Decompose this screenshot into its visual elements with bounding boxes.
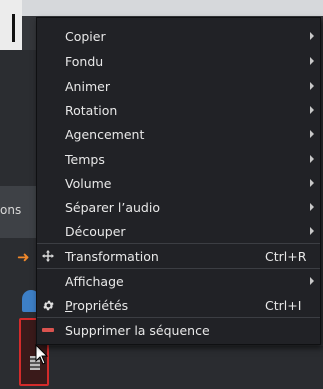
gear-icon — [40, 293, 56, 317]
menu-item-label: Temps — [65, 152, 105, 167]
menu-item-shortcut: Ctrl+R — [265, 249, 307, 264]
app-top-bar — [0, 0, 323, 16]
menu-item-separer-audio[interactable]: Séparer l’audio — [37, 195, 320, 219]
menu-item-label: Séparer l’audio — [65, 200, 160, 215]
submenu-arrow-icon — [310, 227, 314, 235]
menu-item-shortcut: Ctrl+I — [265, 298, 302, 313]
menu-item-label: Transformation — [65, 249, 159, 264]
menu-item-label: Propriétés — [65, 298, 128, 313]
remove-icon — [40, 318, 56, 342]
move-arrows-icon — [40, 244, 56, 268]
menu-item-fondu[interactable]: Fondu — [37, 49, 320, 73]
menu-item-temps[interactable]: Temps — [37, 147, 320, 171]
submenu-arrow-icon — [310, 82, 314, 90]
menu-item-agencement[interactable]: Agencement — [37, 122, 320, 146]
context-menu: Copier Fondu Animer Rotation Agencement … — [36, 17, 321, 345]
submenu-arrow-icon — [310, 106, 314, 114]
menu-item-rotation[interactable]: Rotation — [37, 98, 320, 122]
submenu-arrow-icon — [310, 57, 314, 65]
menu-item-label: Rotation — [65, 103, 118, 118]
submenu-arrow-icon — [310, 179, 314, 187]
menu-item-label: Supprimer la séquence — [65, 323, 210, 338]
toolbar-divider — [12, 14, 15, 42]
menu-item-label: Découper — [65, 224, 126, 239]
menu-item-affichage[interactable]: Affichage — [37, 269, 320, 293]
menu-item-label: Animer — [65, 79, 110, 94]
menu-item-decouper[interactable]: Découper — [37, 219, 320, 243]
menu-item-label: Copier — [65, 29, 106, 44]
menu-item-proprietes[interactable]: Propriétés Ctrl+I — [37, 293, 320, 317]
submenu-arrow-icon — [310, 155, 314, 163]
track-header-label: ons — [0, 203, 22, 217]
submenu-arrow-icon — [310, 32, 314, 40]
menu-item-label-rest: ropriétés — [72, 298, 129, 313]
menu-item-label: Agencement — [65, 127, 145, 142]
menu-item-label: Fondu — [65, 54, 104, 69]
menu-item-volume[interactable]: Volume — [37, 171, 320, 195]
mouse-cursor-icon — [35, 344, 49, 365]
timeline-area[interactable] — [36, 346, 323, 389]
menu-item-transformation[interactable]: Transformation Ctrl+R — [37, 244, 320, 268]
menu-item-label: Affichage — [65, 274, 124, 289]
menu-item-supprimer-sequence[interactable]: Supprimer la séquence — [37, 318, 320, 342]
app-corner — [0, 0, 22, 50]
menu-item-copier[interactable]: Copier — [37, 24, 320, 48]
submenu-arrow-icon — [310, 203, 314, 211]
submenu-arrow-icon — [310, 130, 314, 138]
menu-item-label: Volume — [65, 176, 112, 191]
menu-item-animer[interactable]: Animer — [37, 74, 320, 98]
arrow-right-icon[interactable]: ➜ — [17, 248, 30, 266]
submenu-arrow-icon — [310, 277, 314, 285]
